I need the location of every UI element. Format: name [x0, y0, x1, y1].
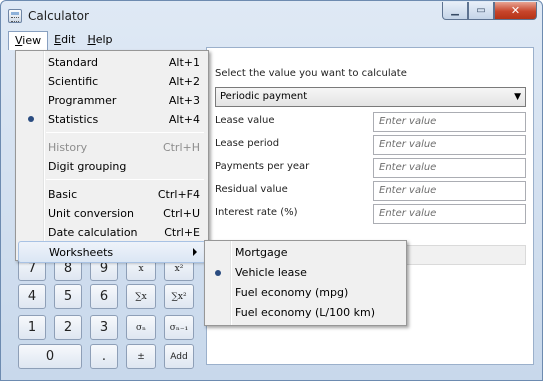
field-payments-per-year: Payments per year Enter value	[215, 158, 526, 178]
field-label: Interest rate (%)	[215, 207, 298, 218]
radio-bullet-icon	[215, 270, 221, 276]
submenu-item-fuel-economy-mpg[interactable]: Fuel economy (mpg)	[207, 283, 404, 304]
field-label: Lease period	[215, 138, 280, 149]
close-button[interactable]: ✕	[494, 2, 537, 20]
key-2[interactable]: 2	[54, 315, 82, 340]
title-bar[interactable]: Calculator ▁ ▭ ✕	[1, 1, 542, 31]
field-label: Payments per year	[215, 161, 310, 172]
field-label: Lease value	[215, 115, 275, 126]
calc-value-selected: Periodic payment	[220, 91, 308, 102]
key-add[interactable]: Add	[164, 344, 194, 369]
caption-buttons: ▁ ▭ ✕	[442, 2, 537, 20]
field-interest-rate: Interest rate (%) Enter value	[215, 204, 526, 224]
submenu-item-mortgage[interactable]: Mortgage	[207, 243, 404, 264]
key-negate[interactable]: ±	[126, 344, 156, 369]
menu-item-worksheets[interactable]: Worksheets	[18, 241, 206, 263]
key-5[interactable]: 5	[54, 284, 82, 309]
lease-value-input[interactable]: Enter value	[373, 112, 526, 132]
interest-rate-input[interactable]: Enter value	[373, 204, 526, 224]
menu-separator	[46, 179, 204, 180]
key-sum[interactable]: ∑x	[126, 284, 156, 309]
field-lease-value: Lease value Enter value	[215, 112, 526, 132]
view-menu-dropdown: Standard Alt+1 Scientific Alt+2 Programm…	[15, 50, 209, 263]
key-0[interactable]: 0	[18, 344, 82, 369]
submenu-arrow-icon	[193, 248, 197, 256]
key-decimal[interactable]: .	[90, 344, 118, 369]
window-title: Calculator	[28, 9, 89, 23]
menu-view[interactable]: View	[8, 31, 49, 50]
payments-per-year-input[interactable]: Enter value	[373, 158, 526, 178]
minimize-button[interactable]: ▁	[442, 2, 468, 20]
key-4[interactable]: 4	[18, 284, 46, 309]
radio-bullet-icon	[28, 116, 34, 122]
menu-help[interactable]: Help	[81, 31, 118, 50]
dropdown-arrow-icon: ▼	[514, 92, 521, 102]
submenu-item-vehicle-lease[interactable]: Vehicle lease	[207, 263, 404, 284]
key-6[interactable]: 6	[90, 284, 118, 309]
menu-item-digit-grouping[interactable]: Digit grouping	[18, 156, 206, 178]
key-1[interactable]: 1	[18, 315, 46, 340]
worksheets-submenu: Mortgage Vehicle lease Fuel economy (mpg…	[204, 240, 407, 326]
submenu-item-fuel-economy-l100km[interactable]: Fuel economy (L/100 km)	[207, 303, 404, 324]
calc-value-select[interactable]: Periodic payment ▼	[215, 87, 526, 107]
key-std-dev-sample[interactable]: σₙ₋₁	[164, 315, 194, 340]
minimize-icon: ▁	[451, 4, 459, 16]
key-sum-squares[interactable]: ∑x²	[164, 284, 194, 309]
calc-select-prompt: Select the value you want to calculate	[215, 68, 407, 79]
field-label: Residual value	[215, 184, 288, 195]
field-lease-period: Lease period Enter value	[215, 135, 526, 155]
close-icon: ✕	[510, 4, 521, 17]
menu-edit[interactable]: Edit	[48, 31, 81, 50]
residual-value-input[interactable]: Enter value	[373, 181, 526, 201]
maximize-icon: ▭	[476, 4, 486, 16]
key-3[interactable]: 3	[90, 315, 118, 340]
maximize-button[interactable]: ▭	[468, 2, 494, 20]
key-std-dev-population[interactable]: σₙ	[126, 315, 156, 340]
menu-item-statistics[interactable]: Statistics Alt+4	[18, 109, 206, 131]
calculator-app-icon	[8, 9, 22, 23]
calculator-window: Calculator ▁ ▭ ✕ View Edit Help 7 8 9 x …	[0, 0, 543, 381]
field-residual-value: Residual value Enter value	[215, 181, 526, 201]
menu-separator	[46, 132, 204, 133]
lease-period-input[interactable]: Enter value	[373, 135, 526, 155]
